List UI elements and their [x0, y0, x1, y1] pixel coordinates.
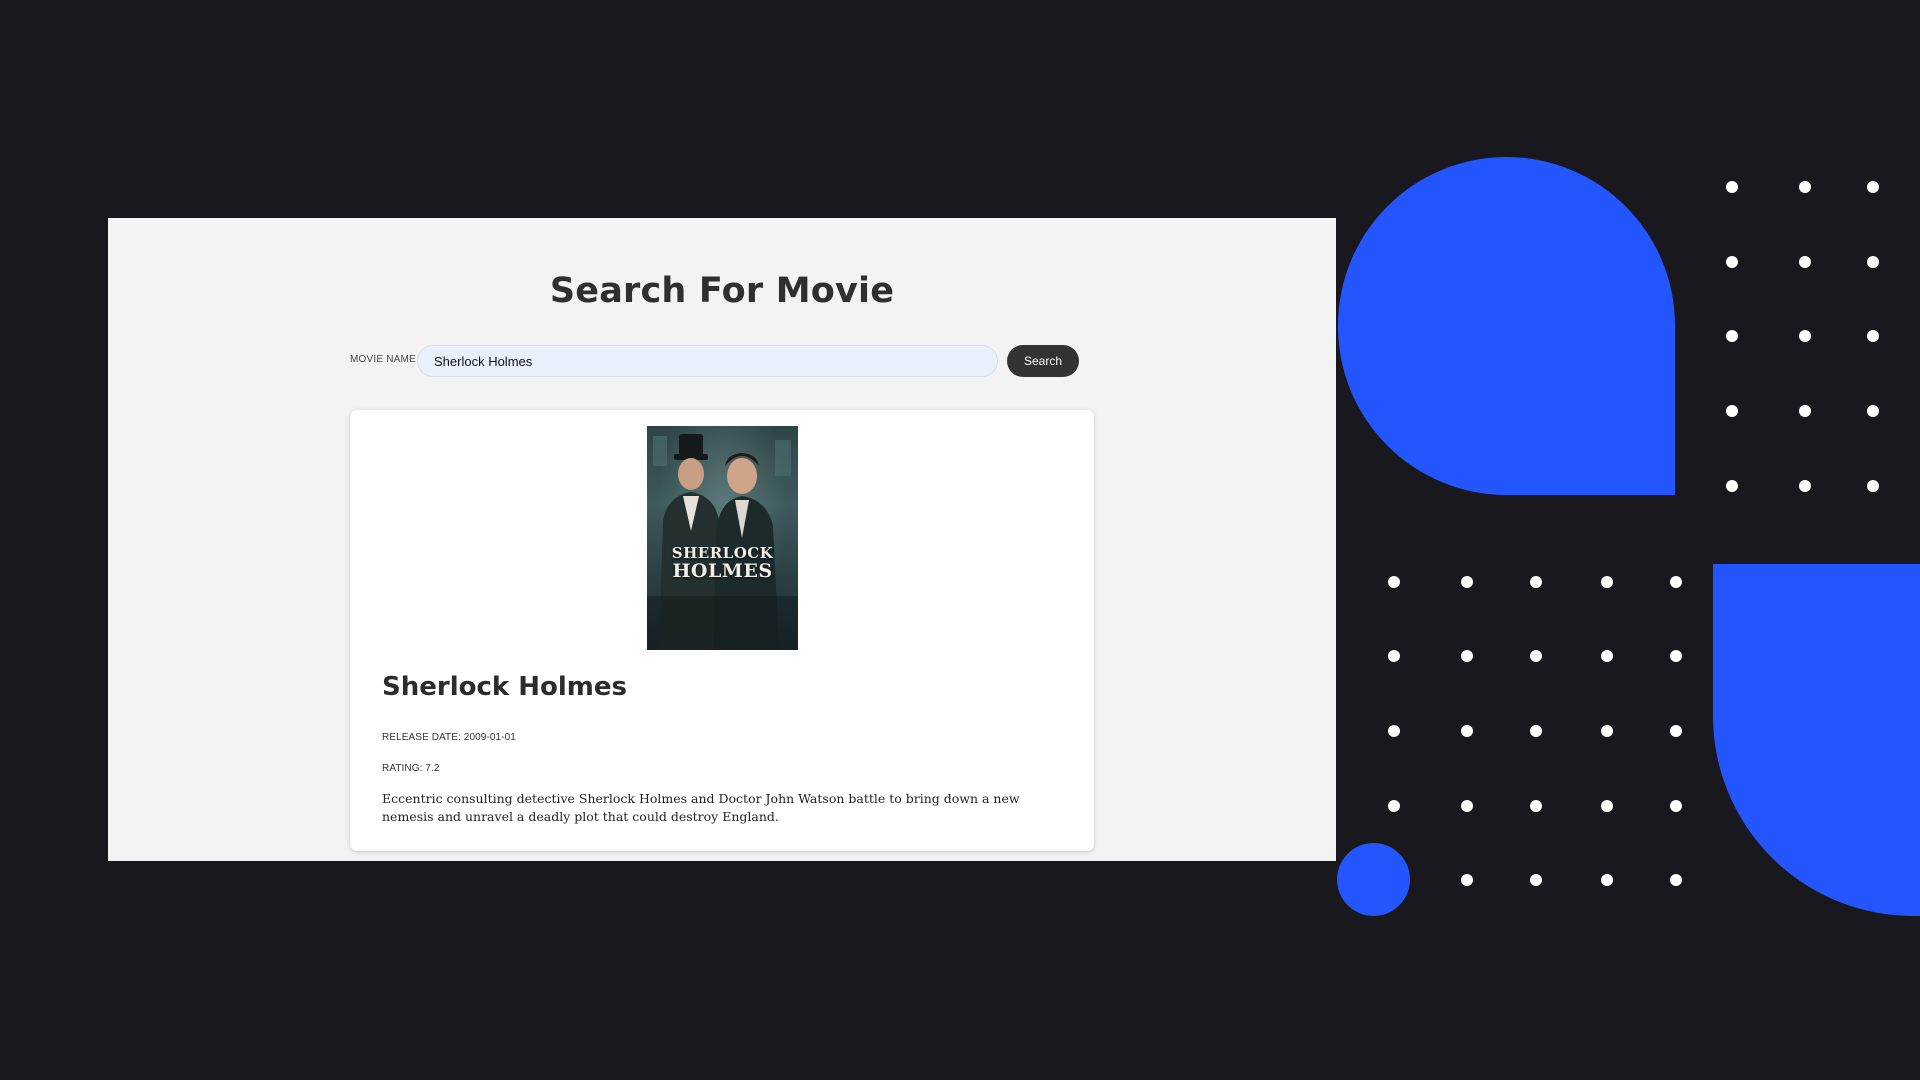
- poster-title-text: SHERLOCK HOLMES: [647, 544, 798, 582]
- decorative-dot: [1601, 874, 1613, 886]
- decorative-dot: [1461, 800, 1473, 812]
- movie-result-card: SHERLOCK HOLMES Sherlock Holmes RELEASE …: [350, 410, 1094, 851]
- rating: RATING: 7.2: [382, 763, 440, 774]
- decorative-dot: [1601, 725, 1613, 737]
- decorative-dot: [1726, 405, 1738, 417]
- decorative-dot: [1867, 256, 1879, 268]
- movie-name-input[interactable]: [417, 345, 998, 377]
- decorative-dot: [1867, 330, 1879, 342]
- decorative-dot: [1601, 650, 1613, 662]
- decorative-dot: [1799, 330, 1811, 342]
- decorative-dot: [1530, 874, 1542, 886]
- decorative-dot: [1530, 800, 1542, 812]
- decorative-dot: [1530, 650, 1542, 662]
- decorative-dot: [1799, 480, 1811, 492]
- decorative-dot: [1670, 576, 1682, 588]
- decorative-dot: [1601, 800, 1613, 812]
- decorative-blue-drop-shape: [1338, 157, 1675, 495]
- decorative-dot: [1388, 650, 1400, 662]
- search-form: MOVIE NAME Search: [350, 344, 1094, 378]
- decorative-dot: [1461, 576, 1473, 588]
- decorative-dot: [1726, 480, 1738, 492]
- page-title: Search For Movie: [549, 271, 895, 311]
- decorative-dot: [1388, 800, 1400, 812]
- search-button[interactable]: Search: [1007, 345, 1079, 377]
- app-window: Search For Movie MOVIE NAME Search: [108, 218, 1336, 861]
- decorative-dot: [1726, 181, 1738, 193]
- decorative-blue-circle: [1337, 843, 1410, 916]
- decorative-dot: [1601, 576, 1613, 588]
- decorative-dot: [1799, 181, 1811, 193]
- decorative-dot: [1670, 800, 1682, 812]
- poster-figures: [647, 434, 798, 650]
- decorative-dot: [1726, 330, 1738, 342]
- decorative-dot: [1388, 576, 1400, 588]
- decorative-dot: [1461, 874, 1473, 886]
- decorative-dot: [1799, 405, 1811, 417]
- movie-overview: Eccentric consulting detective Sherlock …: [382, 791, 1020, 824]
- release-date: RELEASE DATE: 2009-01-01: [382, 732, 516, 743]
- decorative-dot: [1867, 405, 1879, 417]
- decorative-blue-quarter-shape: [1713, 564, 1920, 916]
- movie-name-label: MOVIE NAME: [350, 354, 416, 365]
- decorative-dot: [1461, 725, 1473, 737]
- decorative-dot: [1799, 256, 1811, 268]
- decorative-dot: [1461, 650, 1473, 662]
- decorative-dot: [1670, 725, 1682, 737]
- decorative-dot: [1867, 480, 1879, 492]
- decorative-dot: [1670, 650, 1682, 662]
- poster-title-line2: HOLMES: [672, 560, 773, 582]
- decorative-dot: [1867, 181, 1879, 193]
- decorative-dot: [1530, 725, 1542, 737]
- movie-title: Sherlock Holmes: [382, 672, 627, 702]
- decorative-dot: [1726, 256, 1738, 268]
- decorative-dot: [1670, 874, 1682, 886]
- decorative-dot: [1388, 725, 1400, 737]
- movie-poster: SHERLOCK HOLMES: [647, 426, 798, 650]
- decorative-dot: [1530, 576, 1542, 588]
